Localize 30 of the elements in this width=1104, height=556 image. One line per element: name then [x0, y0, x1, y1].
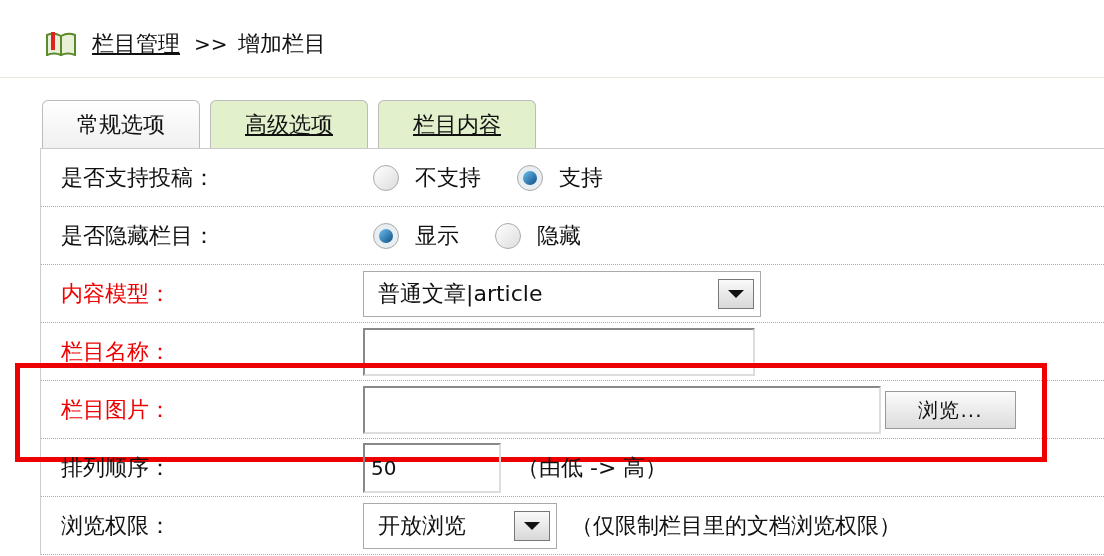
radio-label: 不支持 [415, 164, 481, 192]
field-label: 浏览权限： [60, 512, 172, 540]
tab[interactable]: 常规选项 [42, 100, 200, 148]
select-field[interactable]: 普通文章|article [363, 270, 761, 317]
book-icon [46, 31, 76, 56]
field-label: 是否隐藏栏目： [60, 222, 216, 250]
select-field[interactable]: 开放浏览 [363, 502, 557, 549]
field-label: 栏目名称： [60, 338, 172, 366]
browse-button[interactable]: 浏览... [885, 390, 1016, 429]
breadcrumb-link[interactable]: 栏目管理 [92, 27, 180, 60]
hint-text: （仅限制栏目里的文档浏览权限） [571, 512, 901, 540]
text-field[interactable] [363, 327, 755, 376]
radio-label: 隐藏 [537, 222, 581, 250]
radio-button[interactable] [517, 164, 543, 191]
breadcrumb-current: 增加栏目 [237, 30, 326, 58]
field-label: 内容模型： [60, 280, 172, 308]
radio-label: 显示 [415, 222, 459, 250]
field-label: 排列顺序： [60, 454, 172, 482]
tab[interactable]: 高级选项 [210, 100, 368, 148]
tab[interactable]: 栏目内容 [378, 100, 536, 148]
radio-button[interactable] [373, 164, 399, 191]
radio-label: 支持 [559, 164, 603, 192]
radio-button[interactable] [495, 222, 521, 249]
field-label: 是否支持投稿： [60, 164, 216, 192]
text-field[interactable]: 50 [363, 442, 501, 493]
hint-text: （由低 -> 高） [517, 454, 668, 482]
breadcrumb-separator: >> [194, 30, 228, 58]
field-label: 栏目图片： [60, 396, 172, 424]
radio-button[interactable] [373, 222, 399, 249]
file-path-field[interactable] [363, 385, 881, 434]
